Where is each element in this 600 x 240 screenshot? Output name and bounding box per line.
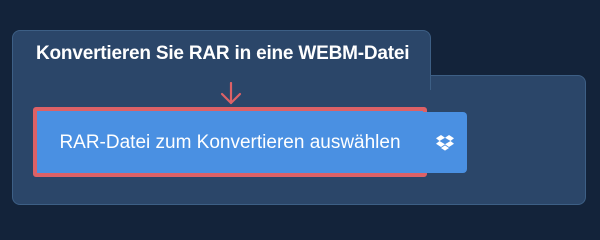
- select-file-button[interactable]: RAR-Datei zum Konvertieren auswählen: [33, 107, 427, 177]
- dropbox-button[interactable]: [423, 112, 467, 173]
- page-title: Konvertieren Sie RAR in eine WEBM-Datei: [36, 43, 410, 64]
- tab-joint: [13, 74, 430, 78]
- dropbox-icon: [436, 134, 454, 151]
- select-file-button-label: RAR-Datei zum Konvertieren auswählen: [59, 131, 401, 153]
- arrow-down-icon: [218, 81, 244, 106]
